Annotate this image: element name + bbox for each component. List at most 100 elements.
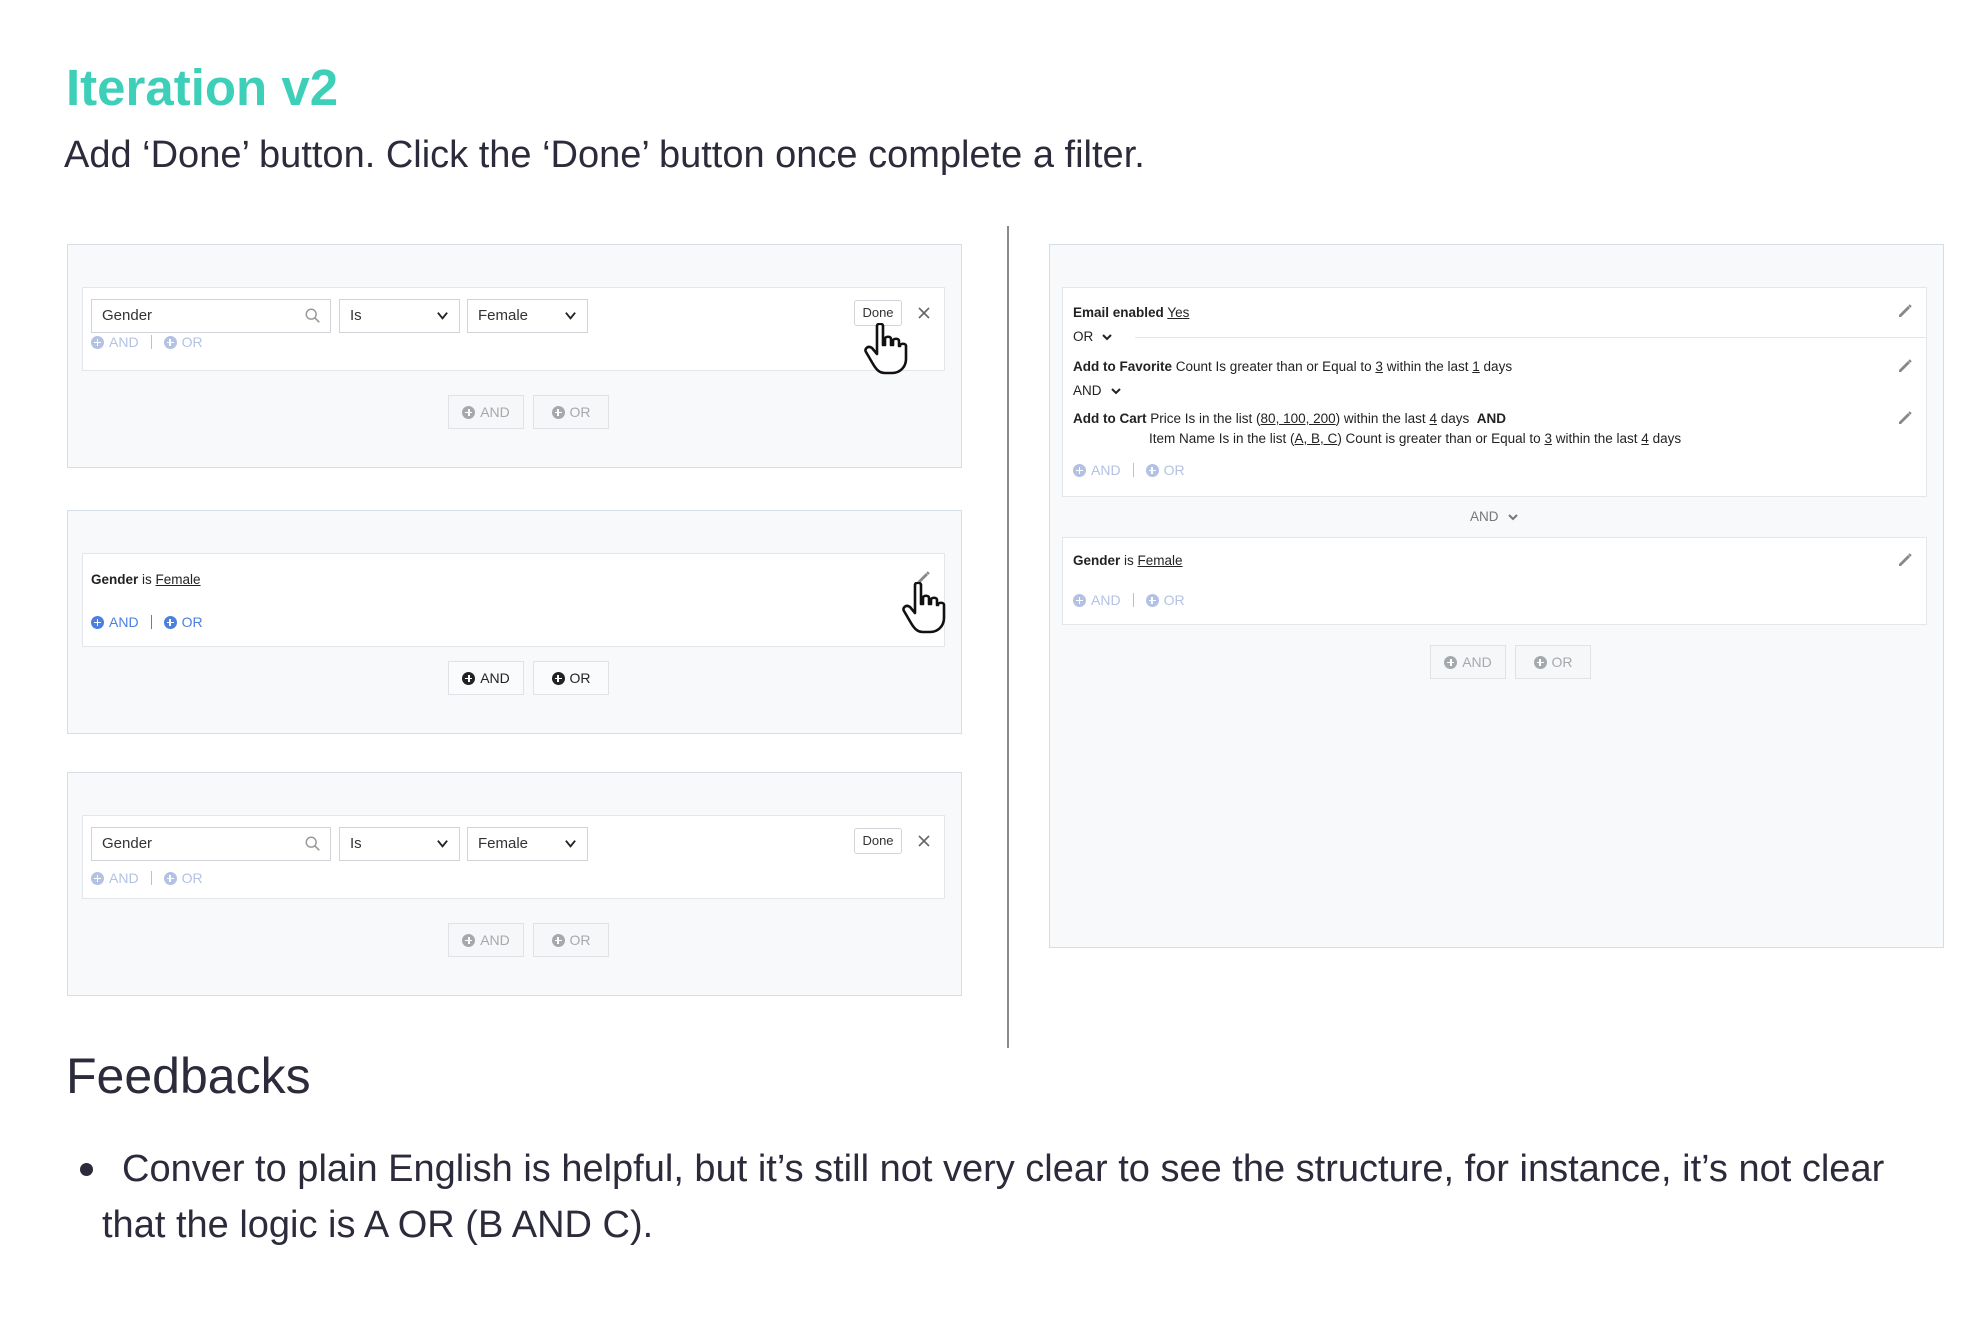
summary-text: within the last	[1555, 431, 1638, 446]
row-or-link[interactable]: OR	[1145, 592, 1185, 608]
operator-select[interactable]: Is	[339, 299, 460, 333]
favorite-summary: Add to Favorite Count Is greater than or…	[1073, 359, 1512, 374]
summary-value[interactable]: A, B, C	[1295, 431, 1338, 446]
chevron-down-icon	[437, 840, 448, 848]
group-or-button[interactable]: OR	[533, 661, 609, 695]
close-icon[interactable]	[917, 834, 931, 848]
row-and-link[interactable]: AND	[91, 870, 139, 886]
and-label: AND	[480, 404, 510, 420]
group-and-button[interactable]: AND	[448, 661, 524, 695]
row-and-link[interactable]: AND	[91, 334, 139, 350]
chevron-down-icon	[1110, 387, 1121, 394]
filter-panel-editing: Gender Is Female Done AND OR AND OR	[67, 244, 962, 468]
hand-cursor-icon	[864, 323, 908, 375]
summary-op: is	[1124, 553, 1134, 568]
row-or-link[interactable]: OR	[163, 334, 203, 350]
and-label: AND	[1091, 462, 1121, 478]
or-label: OR	[569, 670, 591, 686]
close-icon[interactable]	[917, 306, 931, 320]
field-search-input[interactable]: Gender	[91, 299, 331, 333]
value-select[interactable]: Female	[467, 299, 588, 333]
summary-field: Add to Cart	[1073, 411, 1147, 426]
group-or-button[interactable]: OR	[533, 395, 609, 429]
row-logic-links: AND OR	[91, 614, 203, 630]
operator-value: Is	[350, 307, 362, 324]
summary-text: days	[1652, 431, 1682, 446]
or-label: OR	[181, 334, 203, 350]
email-summary: Email enabled Yes	[1073, 305, 1189, 320]
row-or-link[interactable]: OR	[163, 614, 203, 630]
summary-value[interactable]: Female	[1138, 553, 1183, 568]
plus-circle-icon	[462, 405, 476, 419]
summary-text: within the last	[1386, 359, 1469, 374]
row-and-link[interactable]: AND	[1073, 592, 1121, 608]
field-search-input[interactable]: Gender	[91, 827, 331, 861]
row-logic-links: AND OR	[1073, 592, 1185, 608]
or-label: OR	[1551, 654, 1573, 670]
group-or-button[interactable]: OR	[1515, 645, 1591, 679]
row-or-link[interactable]: OR	[1145, 462, 1185, 478]
plus-circle-icon	[163, 871, 177, 885]
or-label: OR	[181, 870, 203, 886]
group-and-button[interactable]: AND	[448, 395, 524, 429]
pencil-icon[interactable]	[1897, 303, 1913, 319]
group-and-button[interactable]: AND	[1430, 645, 1506, 679]
plus-circle-icon	[1145, 593, 1159, 607]
or-label: OR	[569, 932, 591, 948]
group-and-toggle[interactable]: AND	[1470, 509, 1519, 524]
group-or-button[interactable]: OR	[533, 923, 609, 957]
filter-group-card: Gender is Female AND OR	[1062, 537, 1927, 625]
summary-value[interactable]: 4	[1641, 431, 1649, 446]
plus-circle-icon	[91, 615, 104, 629]
row-and-link[interactable]: AND	[91, 614, 139, 630]
summary-value[interactable]: Yes	[1167, 305, 1189, 320]
or-operator-toggle[interactable]: OR	[1073, 329, 1113, 344]
cart-summary-line2: Item Name Is in the list (A, B, C) Count…	[1149, 431, 1681, 446]
summary-text: Count Is greater than or Equal to	[1175, 359, 1372, 374]
feedback-heading: Feedbacks	[66, 1048, 311, 1104]
summary-field: Gender	[1073, 553, 1121, 568]
plus-circle-icon	[462, 933, 476, 947]
summary-value[interactable]: 80, 100, 200	[1261, 411, 1336, 426]
filter-row-card: Gender Is Female Done AND OR	[82, 287, 945, 375]
page-title: Iteration v2	[66, 59, 339, 116]
summary-value[interactable]: 1	[1472, 359, 1480, 374]
pencil-icon[interactable]	[1897, 410, 1913, 426]
summary-value[interactable]: Female	[156, 572, 201, 587]
row-and-link[interactable]: AND	[1073, 462, 1121, 478]
plus-circle-icon	[1145, 463, 1159, 477]
field-value: Gender	[102, 307, 153, 324]
summary-value[interactable]: 3	[1544, 431, 1552, 446]
done-button[interactable]: Done	[854, 828, 902, 854]
operator-select[interactable]: Is	[339, 827, 460, 861]
and-label: AND	[109, 334, 139, 350]
gender-summary: Gender is Female	[1073, 553, 1183, 568]
row-logic-links: AND OR	[1073, 462, 1185, 478]
summary-text: ) Count is greater than or Equal to	[1337, 431, 1541, 446]
field-value: Gender	[102, 835, 153, 852]
and-label: AND	[109, 870, 139, 886]
chevron-down-icon	[1102, 333, 1112, 340]
value-select[interactable]: Female	[467, 827, 588, 861]
row-logic-links: AND OR	[91, 870, 203, 886]
plus-circle-icon	[1073, 593, 1086, 607]
plus-circle-icon	[163, 335, 177, 349]
feedback-item: Conver to plain English is helpful, but …	[102, 1148, 1885, 1246]
pencil-icon[interactable]	[1897, 358, 1913, 374]
filter-panel-complex: Email enabled Yes OR Add to Favorite Cou…	[1049, 244, 1944, 948]
and-operator-toggle[interactable]: AND	[1073, 383, 1122, 398]
inline-and-label: AND	[1476, 411, 1507, 426]
row-or-link[interactable]: OR	[163, 870, 203, 886]
bullet-dot	[80, 1163, 93, 1176]
separator	[1132, 593, 1134, 607]
hand-cursor-icon	[902, 582, 946, 634]
separator	[150, 615, 152, 629]
summary-value[interactable]: 4	[1429, 411, 1437, 426]
chevron-down-icon	[1507, 513, 1518, 520]
summary-value[interactable]: 3	[1375, 359, 1383, 374]
and-label: AND	[480, 932, 510, 948]
page-subtitle: Add ‘Done’ button. Click the ‘Done’ butt…	[64, 134, 1145, 176]
group-and-button[interactable]: AND	[448, 923, 524, 957]
pencil-icon[interactable]	[1897, 552, 1913, 568]
search-icon	[305, 308, 320, 323]
